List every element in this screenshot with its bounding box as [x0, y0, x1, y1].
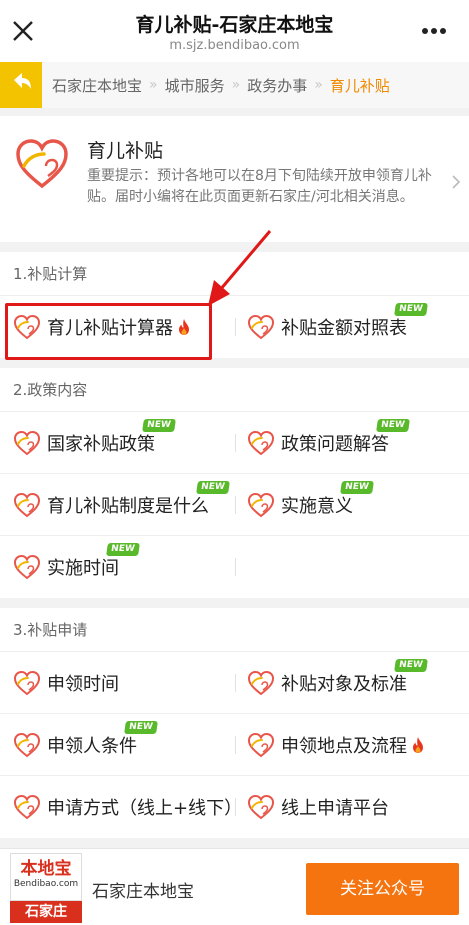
- link-item[interactable]: 实施意义 NEW: [247, 474, 374, 536]
- heart-icon: [13, 732, 41, 758]
- heart-icon: [13, 670, 41, 696]
- heart-icon: [247, 430, 275, 456]
- row-divider: [235, 434, 236, 452]
- page-url: m.sjz.bendibao.com: [169, 38, 300, 53]
- link-label: 国家补贴政策: [47, 434, 155, 455]
- link-item[interactable]: 实施时间 NEW: [13, 536, 140, 598]
- link-item[interactable]: 政策问题解答 NEW: [247, 412, 410, 474]
- row-divider: [235, 318, 236, 336]
- heart-icon: [13, 554, 41, 580]
- link-item[interactable]: 国家补贴政策 NEW: [13, 412, 176, 474]
- heart-icon: [13, 492, 41, 518]
- link-label: 育儿补贴制度是什么: [47, 496, 209, 517]
- follow-button[interactable]: 关注公众号: [306, 863, 459, 915]
- link-label: 申领时间: [47, 674, 119, 695]
- link-label: 实施时间: [47, 558, 119, 579]
- section-title: 3.补贴申请: [0, 608, 469, 652]
- heart-icon: [247, 314, 275, 340]
- more-icon[interactable]: [421, 26, 447, 36]
- fire-icon: [411, 736, 425, 754]
- heart-logo-icon: [16, 139, 68, 189]
- page-title: 育儿补贴-石家庄本地宝: [135, 14, 334, 36]
- new-badge: NEW: [196, 481, 230, 494]
- link-label: 申领地点及流程: [281, 736, 407, 757]
- new-badge: NEW: [394, 659, 428, 672]
- breadcrumb-bar: 石家庄本地宝 » 城市服务 » 政务办事 » 育儿补贴: [0, 62, 469, 108]
- highlight-box: [5, 303, 212, 360]
- account-name: 石家庄本地宝: [92, 882, 194, 902]
- breadcrumb-item[interactable]: 石家庄本地宝: [52, 75, 142, 96]
- breadcrumb-separator: »: [231, 77, 241, 93]
- section-policy: 2.政策内容 国家补贴政策 NEW 政策问题解答 NEW 育儿补贴制度是什么 NEW …: [0, 368, 469, 598]
- new-badge: NEW: [340, 481, 374, 494]
- logo-domain: Bendibao.com: [13, 879, 79, 889]
- section-title: 2.政策内容: [0, 368, 469, 412]
- link-label: 申请方式（线上+线下）: [47, 798, 243, 819]
- link-row: 申领人条件 NEW 申领地点及流程: [0, 714, 469, 776]
- heart-icon: [247, 732, 275, 758]
- link-item[interactable]: 补贴对象及标准 NEW: [247, 652, 428, 714]
- row-divider: [235, 798, 236, 816]
- logo-title: 本地宝: [20, 859, 72, 879]
- link-label: 政策问题解答: [281, 434, 389, 455]
- heart-icon: [13, 430, 41, 456]
- link-item[interactable]: 申领地点及流程: [247, 714, 425, 776]
- row-divider: [235, 496, 236, 514]
- link-item[interactable]: 线上申请平台: [247, 776, 389, 838]
- breadcrumb-item[interactable]: 政务办事: [247, 75, 307, 96]
- breadcrumb-separator: »: [149, 77, 158, 93]
- logo-top: 本地宝 Bendibao.com: [10, 853, 82, 901]
- link-row: 申领时间 补贴对象及标准 NEW: [0, 652, 469, 714]
- link-row: 国家补贴政策 NEW 政策问题解答 NEW: [0, 412, 469, 474]
- link-label: 实施意义: [281, 496, 353, 517]
- breadcrumb-item[interactable]: 城市服务: [165, 75, 225, 96]
- row-divider: [235, 736, 236, 754]
- breadcrumb-separator: »: [314, 77, 323, 93]
- bendibao-logo: 本地宝 Bendibao.com 石家庄: [10, 853, 82, 923]
- chevron-right-icon: [452, 175, 461, 189]
- link-row: 申请方式（线上+线下） 线上申请平台: [0, 776, 469, 838]
- link-label: 申领人条件: [47, 736, 137, 757]
- topic-name: 育儿补贴: [87, 140, 164, 162]
- link-item[interactable]: 申领时间: [13, 652, 119, 714]
- topic-description: 重要提示：预计各地可以在8月下旬陆续开放申领育儿补贴。届时小编将在此页面更新石家…: [87, 168, 432, 205]
- heart-icon: [13, 794, 41, 820]
- heart-icon: [247, 670, 275, 696]
- back-button[interactable]: [0, 62, 42, 108]
- link-row: 实施时间 NEW: [0, 536, 469, 598]
- new-badge: NEW: [124, 721, 158, 734]
- new-badge: NEW: [106, 543, 140, 556]
- row-divider: [235, 558, 236, 576]
- link-item[interactable]: 申领人条件 NEW: [13, 714, 158, 776]
- topic-intro[interactable]: 育儿补贴 重要提示：预计各地可以在8月下旬陆续开放申领育儿补贴。届时小编将在此页…: [0, 116, 469, 242]
- bottom-bar: 本地宝 Bendibao.com 石家庄 石家庄本地宝 关注公众号: [0, 848, 469, 925]
- link-label: 补贴金额对照表: [281, 318, 407, 339]
- breadcrumb: 石家庄本地宝 » 城市服务 » 政务办事 » 育儿补贴: [52, 62, 390, 108]
- back-arrow-icon: [14, 73, 31, 89]
- new-badge: NEW: [394, 303, 428, 316]
- heart-icon: [247, 794, 275, 820]
- heart-icon: [247, 492, 275, 518]
- row-divider: [235, 674, 236, 692]
- link-row: 育儿补贴制度是什么 NEW 实施意义 NEW: [0, 474, 469, 536]
- new-badge: NEW: [376, 419, 410, 432]
- pointer-arrow-icon: [208, 230, 272, 306]
- logo-city: 石家庄: [10, 901, 82, 923]
- link-item[interactable]: 申请方式（线上+线下）: [13, 776, 242, 838]
- link-item[interactable]: 育儿补贴制度是什么 NEW: [13, 474, 230, 536]
- new-badge: NEW: [142, 419, 176, 432]
- section-application: 3.补贴申请 申领时间 补贴对象及标准 NEW 申领人条件 NEW 申领地点及流程 …: [0, 608, 469, 838]
- link-label: 线上申请平台: [281, 798, 389, 819]
- breadcrumb-current: 育儿补贴: [329, 76, 390, 95]
- top-bar: 育儿补贴-石家庄本地宝 m.sjz.bendibao.com: [0, 0, 469, 62]
- link-label: 补贴对象及标准: [281, 674, 407, 695]
